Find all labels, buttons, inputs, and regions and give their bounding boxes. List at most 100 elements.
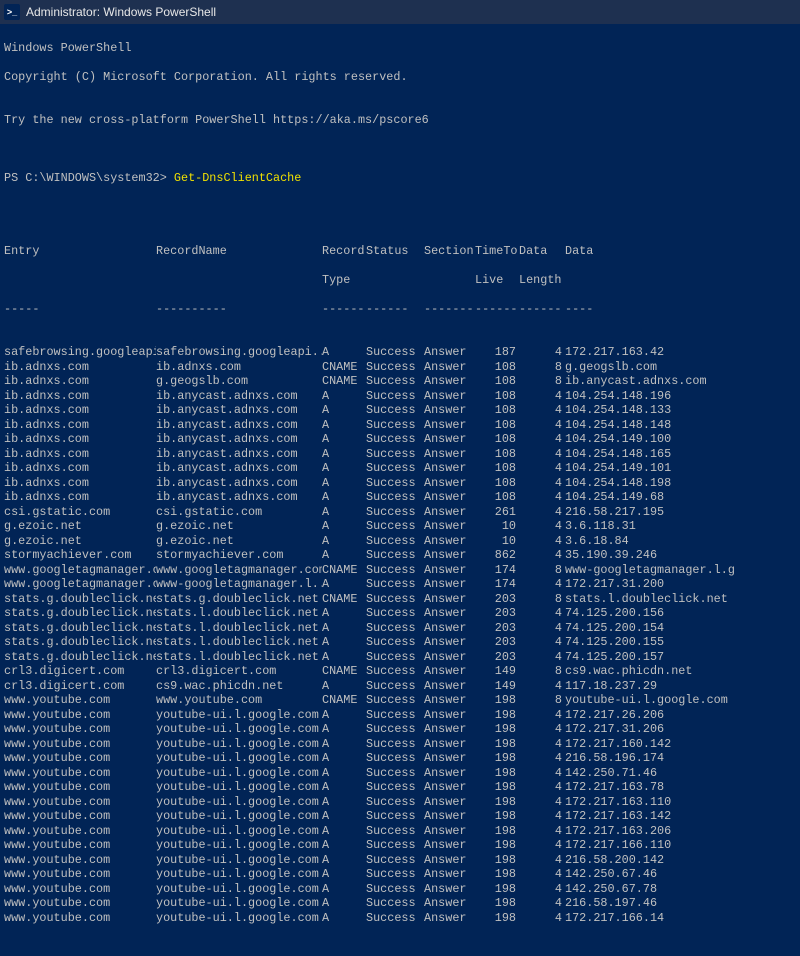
cell-entry: www.googletagmanager.com [4, 563, 156, 578]
cell-datalength: 4 [519, 853, 565, 868]
cell-section: Answer [424, 519, 475, 534]
cell-datalength: 4 [519, 490, 565, 505]
table-row: ib.adnxs.comib.anycast.adnxs.comASuccess… [4, 490, 796, 505]
cell-section: Answer [424, 432, 475, 447]
table-row: www.youtube.comyoutube-ui.l.google.comAS… [4, 809, 796, 824]
table-row: www.youtube.comyoutube-ui.l.google.comAS… [4, 896, 796, 911]
cell-recordname: www.youtube.com [156, 693, 322, 708]
cell-status: Success [366, 476, 424, 491]
cell-section: Answer [424, 824, 475, 839]
cell-recordtype: A [322, 838, 366, 853]
table-header-row-1: Entry RecordName Record Status Section T… [4, 244, 796, 259]
cell-datalength: 4 [519, 534, 565, 549]
cell-recordtype: A [322, 621, 366, 636]
cell-data: 104.254.149.68 [565, 490, 735, 505]
cell-recordname: youtube-ui.l.google.com [156, 737, 322, 752]
cell-recordtype: A [322, 577, 366, 592]
table-row: stats.g.doubleclick.netstats.l.doublecli… [4, 635, 796, 650]
cell-recordtype: A [322, 882, 366, 897]
cell-status: Success [366, 809, 424, 824]
cell-recordname: youtube-ui.l.google.com [156, 824, 322, 839]
cell-recordtype: A [322, 505, 366, 520]
cell-datalength: 4 [519, 606, 565, 621]
cell-entry: www.youtube.com [4, 708, 156, 723]
cell-section: Answer [424, 490, 475, 505]
terminal-body[interactable]: Windows PowerShell Copyright (C) Microso… [0, 24, 800, 956]
cell-recordtype: A [322, 780, 366, 795]
cell-recordtype: A [322, 737, 366, 752]
cell-entry: www.youtube.com [4, 824, 156, 839]
cell-section: Answer [424, 853, 475, 868]
cell-timeto: 149 [475, 664, 519, 679]
table-body: safebrowsing.googleapi...safebrowsing.go… [4, 345, 796, 925]
cell-section: Answer [424, 708, 475, 723]
cell-datalength: 4 [519, 882, 565, 897]
table-row: safebrowsing.googleapi...safebrowsing.go… [4, 345, 796, 360]
cell-timeto: 862 [475, 548, 519, 563]
cell-recordtype: CNAME [322, 374, 366, 389]
cell-entry: stats.g.doubleclick.net [4, 650, 156, 665]
cell-timeto: 108 [475, 490, 519, 505]
cell-datalength: 4 [519, 766, 565, 781]
cell-datalength: 4 [519, 577, 565, 592]
cell-status: Success [366, 737, 424, 752]
cell-status: Success [366, 389, 424, 404]
cell-recordtype: A [322, 476, 366, 491]
cell-timeto: 108 [475, 403, 519, 418]
cell-section: Answer [424, 592, 475, 607]
table-header-dashes: ----- ---------- ------ ------ ------- -… [4, 302, 796, 317]
cell-entry: g.ezoic.net [4, 519, 156, 534]
cell-recordname: ib.anycast.adnxs.com [156, 447, 322, 462]
cell-recordname: youtube-ui.l.google.com [156, 780, 322, 795]
cell-timeto: 198 [475, 838, 519, 853]
table-row: www.youtube.comyoutube-ui.l.google.comAS… [4, 780, 796, 795]
cell-data: 74.125.200.156 [565, 606, 735, 621]
table-row: ib.adnxs.comib.anycast.adnxs.comASuccess… [4, 389, 796, 404]
cell-status: Success [366, 490, 424, 505]
cell-timeto: 198 [475, 722, 519, 737]
cell-timeto: 149 [475, 679, 519, 694]
cell-recordtype: A [322, 708, 366, 723]
cell-section: Answer [424, 418, 475, 433]
cell-recordname: ib.anycast.adnxs.com [156, 476, 322, 491]
blank-line [4, 142, 796, 157]
cell-status: Success [366, 563, 424, 578]
cell-recordname: youtube-ui.l.google.com [156, 853, 322, 868]
table-row: www.youtube.comyoutube-ui.l.google.comAS… [4, 911, 796, 926]
cell-recordname: youtube-ui.l.google.com [156, 867, 322, 882]
cell-entry: stats.g.doubleclick.net [4, 592, 156, 607]
table-row: crl3.digicert.comcs9.wac.phicdn.netASucc… [4, 679, 796, 694]
cell-recordtype: A [322, 867, 366, 882]
col-data: Data [565, 244, 735, 259]
cell-recordtype: A [322, 606, 366, 621]
table-row: www.youtube.comyoutube-ui.l.google.comAS… [4, 838, 796, 853]
cell-status: Success [366, 911, 424, 926]
table-row: ib.adnxs.comg.geogslb.comCNAMESuccessAns… [4, 374, 796, 389]
cell-status: Success [366, 418, 424, 433]
window-titlebar[interactable]: >_ Administrator: Windows PowerShell [0, 0, 800, 24]
cell-data: 172.217.160.142 [565, 737, 735, 752]
cell-status: Success [366, 853, 424, 868]
cell-entry: ib.adnxs.com [4, 360, 156, 375]
cell-timeto: 198 [475, 708, 519, 723]
cell-data: 172.217.31.200 [565, 577, 735, 592]
cell-recordtype: CNAME [322, 360, 366, 375]
cell-entry: ib.adnxs.com [4, 447, 156, 462]
cell-timeto: 108 [475, 418, 519, 433]
cell-section: Answer [424, 374, 475, 389]
cell-status: Success [366, 505, 424, 520]
cell-timeto: 198 [475, 780, 519, 795]
cell-data: cs9.wac.phicdn.net [565, 664, 735, 679]
cell-timeto: 108 [475, 374, 519, 389]
cell-status: Success [366, 838, 424, 853]
cell-recordtype: A [322, 766, 366, 781]
table-row: g.ezoic.netg.ezoic.netASuccessAnswer1043… [4, 519, 796, 534]
cell-status: Success [366, 461, 424, 476]
cell-timeto: 198 [475, 751, 519, 766]
cell-recordname: youtube-ui.l.google.com [156, 795, 322, 810]
cell-timeto: 203 [475, 592, 519, 607]
cell-recordtype: A [322, 635, 366, 650]
cell-data: 216.58.200.142 [565, 853, 735, 868]
cell-datalength: 4 [519, 679, 565, 694]
cell-datalength: 4 [519, 650, 565, 665]
